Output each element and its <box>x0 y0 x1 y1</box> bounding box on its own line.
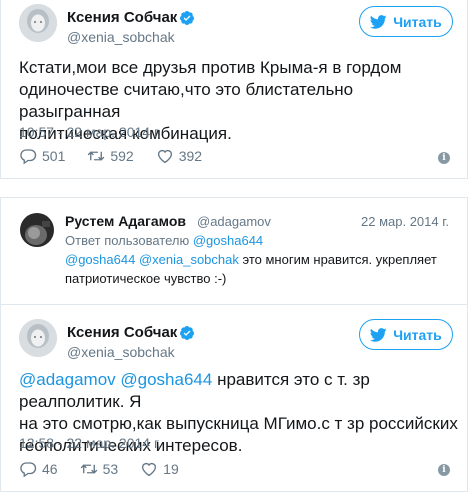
tweet-timestamp[interactable]: 10:57 - 22 мар. 2014 г. <box>19 124 161 140</box>
follow-button[interactable]: Читать <box>359 319 453 350</box>
reply-text-rest: это многим нравится. укрепляет <box>242 252 437 267</box>
retweet-count: 592 <box>110 148 134 164</box>
like-count: 392 <box>178 148 203 164</box>
reply-author-handle[interactable]: @adagamov <box>197 214 271 229</box>
tweet-text-line: Кстати,мои все друзья против Крыма-я в г… <box>19 58 402 77</box>
retweet-icon <box>80 464 97 474</box>
retweet-action[interactable]: 592 <box>87 147 134 165</box>
mention-link[interactable]: @xenia_sobchak <box>139 252 239 267</box>
info-icon[interactable]: i <box>438 464 450 476</box>
like-count: 19 <box>163 461 179 477</box>
reply-to-line: Ответ пользователю @gosha644 <box>65 233 263 248</box>
tweet-text-line: одиночестве считаю,что это блистательно … <box>19 80 354 121</box>
tweet-card-2: Рустем Адагамов @adagamov 22 мар. 2014 г… <box>0 197 468 492</box>
heart-icon <box>157 149 172 164</box>
reply-action[interactable]: 501 <box>19 147 65 165</box>
reply-text-line: патриотическое чувство :-) <box>65 271 227 286</box>
info-icon[interactable]: i <box>438 152 450 164</box>
like-action[interactable]: 19 <box>140 460 179 478</box>
tweet-actions: 46 53 19 <box>19 460 201 478</box>
reply-icon <box>20 462 37 478</box>
reply-text-line: @gosha644 @xenia_sobchak это многим нрав… <box>65 250 445 269</box>
tweet-actions: 501 592 392 <box>19 147 224 165</box>
divider <box>1 304 467 305</box>
tweet-timestamp[interactable]: 12:58 - 22 мар. 2014 г. <box>19 435 161 451</box>
avatar[interactable] <box>20 213 54 247</box>
reply-date[interactable]: 22 мар. 2014 г. <box>361 214 449 229</box>
reply-icon <box>20 149 37 165</box>
author-name[interactable]: Ксения Собчак <box>67 9 177 26</box>
avatar[interactable] <box>19 4 57 42</box>
verified-badge-icon <box>179 11 194 25</box>
follow-button-label: Читать <box>393 326 442 343</box>
avatar[interactable] <box>19 319 57 357</box>
mention-link[interactable]: @gosha644 <box>65 252 135 267</box>
verified-badge-icon <box>179 326 194 340</box>
retweet-icon <box>88 151 105 161</box>
tweet-card-1: Ксения Собчак @xenia_sobchak Читать Кста… <box>0 0 468 179</box>
mention-link[interactable]: @gosha644 <box>120 370 212 389</box>
author-handle[interactable]: @xenia_sobchak <box>67 344 175 360</box>
twitter-bird-icon <box>370 14 387 29</box>
reply-author-name[interactable]: Рустем Адагамов <box>65 213 186 229</box>
follow-button[interactable]: Читать <box>359 6 453 37</box>
reply-count: 46 <box>42 461 58 477</box>
tweet-text-line: на это смотрю,как выпускница МГимо.с т з… <box>19 414 458 433</box>
follow-button-label: Читать <box>393 13 442 30</box>
reply-to-prefix: Ответ пользователю <box>65 233 190 248</box>
reply-count: 501 <box>42 148 66 164</box>
mention-link[interactable]: @adagamov <box>19 370 116 389</box>
retweet-action[interactable]: 53 <box>80 460 119 478</box>
heart-icon <box>142 462 157 477</box>
author-handle[interactable]: @xenia_sobchak <box>67 29 175 45</box>
twitter-bird-icon <box>370 327 387 342</box>
reply-action[interactable]: 46 <box>19 460 58 478</box>
reply-text: @gosha644 @xenia_sobchak это многим нрав… <box>65 250 445 288</box>
like-action[interactable]: 392 <box>156 147 202 165</box>
author-name[interactable]: Ксения Собчак <box>67 324 177 341</box>
reply-tweet: Рустем Адагамов @adagamov 22 мар. 2014 г… <box>1 198 467 304</box>
tweet-text-line: @adagamov @gosha644 нравится это с т. зр… <box>19 369 459 413</box>
retweet-count: 53 <box>102 461 119 477</box>
reply-to-user-link[interactable]: @gosha644 <box>193 233 263 248</box>
